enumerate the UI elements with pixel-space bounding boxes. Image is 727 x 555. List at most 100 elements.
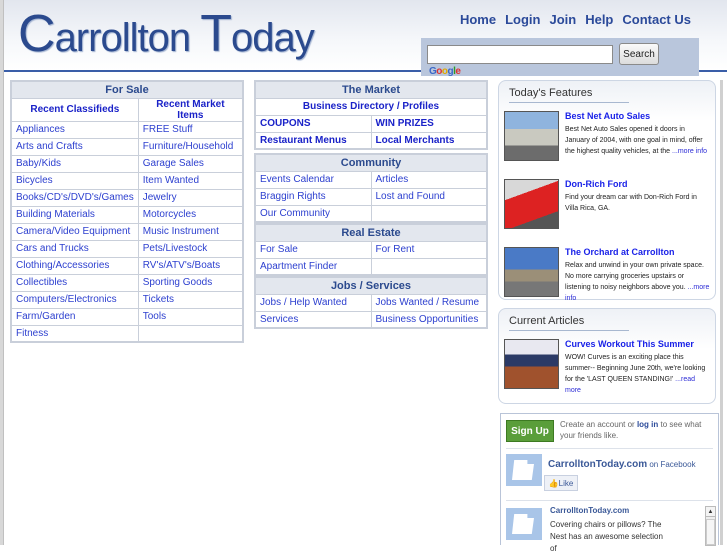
category-link[interactable]: For Rent (376, 244, 415, 255)
category-link[interactable]: For Sale (260, 244, 298, 255)
article-title-link[interactable]: Curves Workout This Summer (565, 339, 694, 349)
category-link[interactable]: Business Opportunities (376, 314, 479, 325)
business-directory-link[interactable]: Business Directory / Profiles (254, 97, 488, 116)
table-cell[interactable]: Bicycles (10, 171, 139, 190)
facebook-login-link[interactable]: log in (637, 420, 658, 429)
table-cell[interactable]: Computers/Electronics (10, 290, 139, 309)
category-link[interactable]: RV's/ATV's/Boats (143, 260, 220, 271)
category-link[interactable]: Restaurant Menus (260, 135, 347, 146)
nav-home[interactable]: Home (460, 12, 496, 27)
table-cell[interactable]: Services (254, 310, 372, 329)
category-link[interactable]: Lost and Found (376, 191, 446, 202)
table-cell[interactable]: Item Wanted (137, 171, 244, 190)
table-cell[interactable]: Fitness (10, 324, 139, 343)
table-cell[interactable]: Lost and Found (370, 187, 488, 206)
category-link[interactable]: Arts and Crafts (16, 141, 83, 152)
feature-title-link[interactable]: The Orchard at Carrollton (565, 247, 675, 257)
table-cell[interactable]: Restaurant Menus (254, 131, 372, 150)
table-cell[interactable]: For Rent (370, 240, 488, 259)
nav-help[interactable]: Help (585, 12, 613, 27)
table-cell[interactable]: FREE Stuff (137, 120, 244, 139)
table-cell[interactable]: Cars and Trucks (10, 239, 139, 258)
table-cell[interactable]: WIN PRIZES (370, 114, 488, 133)
facebook-like-button[interactable]: 👍Like (544, 475, 578, 491)
recent-market-items-link[interactable]: Recent Market Items (137, 97, 244, 122)
table-cell[interactable]: Braggin Rights (254, 187, 372, 206)
page-avatar[interactable] (506, 454, 542, 486)
table-cell[interactable]: Jewelry (137, 188, 244, 207)
category-link[interactable]: Pets/Livestock (143, 243, 207, 254)
category-link[interactable]: Tools (143, 311, 166, 322)
category-link[interactable]: Baby/Kids (16, 158, 61, 169)
category-link[interactable]: FREE Stuff (143, 124, 193, 135)
article-thumbnail[interactable] (504, 339, 559, 389)
table-cell[interactable]: Sporting Goods (137, 273, 244, 292)
link[interactable]: Recent Classifieds (30, 104, 119, 115)
site-logo[interactable]: Carrollton Today (18, 8, 315, 60)
table-cell[interactable]: Motorcycles (137, 205, 244, 224)
category-link[interactable]: Local Merchants (376, 135, 455, 146)
facebook-signup-button[interactable]: Sign Up (506, 420, 554, 442)
category-link[interactable]: Books/CD's/DVD's/Games (16, 192, 134, 203)
table-cell[interactable]: Tickets (137, 290, 244, 309)
category-link[interactable]: Services (260, 314, 298, 325)
category-link[interactable]: Item Wanted (143, 175, 199, 186)
table-cell[interactable]: COUPONS (254, 114, 372, 133)
category-link[interactable]: Furniture/Household (143, 141, 234, 152)
category-link[interactable]: Jewelry (143, 192, 177, 203)
category-link[interactable]: Motorcycles (143, 209, 196, 220)
post-avatar[interactable] (506, 508, 542, 540)
category-link[interactable]: Articles (376, 174, 409, 185)
link[interactable]: Business Directory / Profiles (303, 101, 439, 112)
feature-thumbnail[interactable] (504, 247, 559, 297)
category-link[interactable]: Computers/Electronics (16, 294, 117, 305)
category-link[interactable]: Braggin Rights (260, 191, 326, 202)
table-cell[interactable]: Baby/Kids (10, 154, 139, 173)
recent-classifieds-link[interactable]: Recent Classifieds (10, 97, 139, 122)
category-link[interactable]: Jobs / Help Wanted (260, 297, 347, 308)
table-cell[interactable]: Clothing/Accessories (10, 256, 139, 275)
scroll-up-arrow-icon[interactable]: ▲ (706, 507, 715, 517)
table-cell[interactable]: Arts and Crafts (10, 137, 139, 156)
category-link[interactable]: Events Calendar (260, 174, 334, 185)
category-link[interactable]: Building Materials (16, 209, 95, 220)
search-button[interactable]: Search (619, 43, 659, 65)
category-link[interactable]: Apartment Finder (260, 261, 337, 272)
category-link[interactable]: Cars and Trucks (16, 243, 89, 254)
page-scrollbar[interactable] (720, 80, 723, 545)
category-link[interactable]: COUPONS (260, 118, 311, 129)
category-link[interactable]: Collectibles (16, 277, 67, 288)
table-cell[interactable]: For Sale (254, 240, 372, 259)
table-cell[interactable]: Pets/Livestock (137, 239, 244, 258)
table-cell[interactable]: Local Merchants (370, 131, 488, 150)
table-cell[interactable]: Our Community (254, 204, 372, 223)
table-cell[interactable]: Books/CD's/DVD's/Games (10, 188, 139, 207)
table-cell[interactable]: RV's/ATV's/Boats (137, 256, 244, 275)
feature-title-link[interactable]: Best Net Auto Sales (565, 111, 650, 121)
category-link[interactable]: Farm/Garden (16, 311, 75, 322)
category-link[interactable]: Camera/Video Equipment (16, 226, 130, 237)
category-link[interactable]: Fitness (16, 328, 48, 339)
table-cell[interactable]: Music Instrument (137, 222, 244, 241)
category-link[interactable]: Clothing/Accessories (16, 260, 109, 271)
table-cell[interactable]: Tools (137, 307, 244, 326)
table-cell[interactable]: Jobs / Help Wanted (254, 293, 372, 312)
table-cell[interactable]: Events Calendar (254, 170, 372, 189)
post-author[interactable]: CarrolltonToday.com (550, 506, 629, 515)
feature-title-link[interactable]: Don-Rich Ford (565, 179, 628, 189)
category-link[interactable]: Bicycles (16, 175, 53, 186)
table-cell[interactable]: Appliances (10, 120, 139, 139)
scroll-thumb[interactable] (706, 519, 715, 545)
category-link[interactable]: Garage Sales (143, 158, 204, 169)
nav-login[interactable]: Login (505, 12, 540, 27)
facebook-page-name[interactable]: CarrolltonToday.com on Facebook (548, 459, 696, 470)
category-link[interactable]: Appliances (16, 124, 65, 135)
table-cell[interactable]: Garage Sales (137, 154, 244, 173)
table-cell[interactable]: Business Opportunities (370, 310, 488, 329)
category-link[interactable]: Sporting Goods (143, 277, 213, 288)
category-link[interactable]: Our Community (260, 208, 330, 219)
table-cell[interactable]: Camera/Video Equipment (10, 222, 139, 241)
category-link[interactable]: Jobs Wanted / Resume (376, 297, 480, 308)
category-link[interactable]: Tickets (143, 294, 174, 305)
feature-thumbnail[interactable] (504, 179, 559, 229)
